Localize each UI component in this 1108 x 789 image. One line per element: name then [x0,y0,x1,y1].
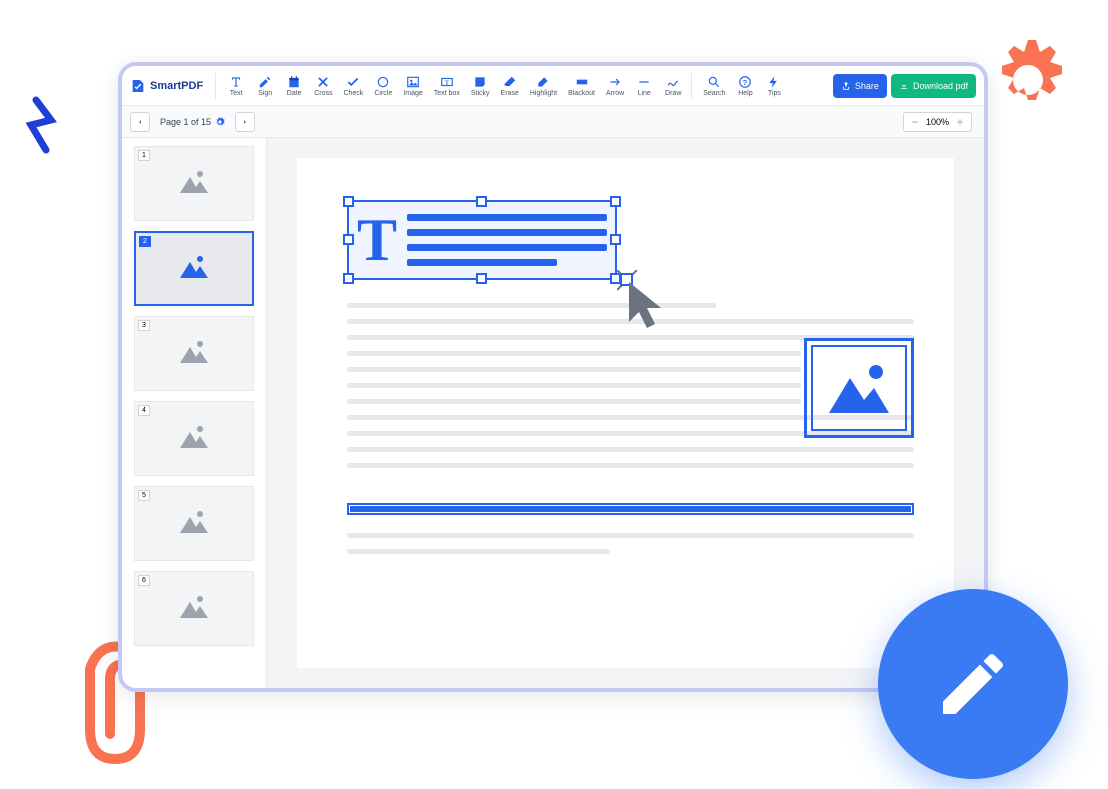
document-text-line [347,549,610,554]
textbox-label: Text box [434,90,460,97]
sign-label: Sign [258,90,272,97]
image-tool[interactable]: Image [398,73,427,99]
thumb-number: 2 [139,236,151,247]
selected-line[interactable] [347,503,914,515]
thumb-number: 6 [138,575,150,586]
line-label: Line [638,90,651,97]
tips-label: Tips [768,90,781,97]
thumb-number: 1 [138,150,150,161]
handle-bottom-center[interactable] [476,273,487,284]
download-label: Download pdf [913,81,968,91]
search-tool[interactable]: Search [698,73,730,99]
help-label: Help [738,90,752,97]
thumbnail-5[interactable]: 5 [134,486,254,561]
arrow-tool[interactable]: Arrow [601,73,629,99]
edit-fab[interactable] [878,589,1068,779]
zoom-control: − 100% + [903,112,972,132]
document-page[interactable]: T [297,158,954,668]
thumb-number: 5 [138,490,150,501]
tips-tool[interactable]: Tips [760,73,788,99]
check-label: Check [343,90,363,97]
textbox-tool[interactable]: T Text box [429,73,465,99]
thumb-image-icon [178,252,210,285]
handle-top-left[interactable] [343,196,354,207]
sign-tool[interactable]: Sign [251,73,279,99]
search-label: Search [703,90,725,97]
brand-name: SmartPDF [150,80,203,92]
zoom-in-button[interactable]: + [953,115,967,129]
toolbar-help-group: Search? Help Tips [691,73,788,99]
textbox-lines [407,214,607,266]
circle-label: Circle [374,90,392,97]
thumb-image-icon [178,507,210,540]
toolbar: SmartPDF Text Sign Date Cross Check Circle Ima… [122,66,984,106]
line-tool[interactable]: Line [630,73,658,99]
page-settings-icon[interactable] [215,117,225,127]
date-tool[interactable]: Date [280,73,308,99]
document-text-line [347,533,914,538]
thumbnail-6[interactable]: 6 [134,571,254,646]
thumb-number: 4 [138,405,150,416]
handle-bottom-left[interactable] [343,273,354,284]
circle-tool[interactable]: Circle [369,73,397,99]
thumb-image-icon [178,422,210,455]
date-label: Date [287,90,302,97]
text-tool[interactable]: Text [222,73,250,99]
thumbnail-3[interactable]: 3 [134,316,254,391]
cross-label: Cross [314,90,332,97]
draw-label: Draw [665,90,681,97]
erase-label: Erase [501,90,519,97]
handle-mid-left[interactable] [343,234,354,245]
thumbnail-4[interactable]: 4 [134,401,254,476]
textbox-glyph: T [357,206,397,275]
thumb-image-icon [178,337,210,370]
thumbnail-1[interactable]: 1 [134,146,254,221]
thumbnails-panel: 1 2 3 4 5 6 [122,138,267,688]
next-page-button[interactable] [235,112,255,132]
highlight-tool[interactable]: Highlight [525,73,562,99]
check-tool[interactable]: Check [338,73,368,99]
handle-mid-right[interactable] [610,234,621,245]
page-label: Page 1 of 15 [160,117,211,127]
decorative-gear-icon [978,30,1078,130]
erase-tool[interactable]: Erase [496,73,524,99]
canvas-area[interactable]: T [267,138,984,688]
blackout-label: Blackout [568,90,595,97]
blackout-tool[interactable]: Blackout [563,73,600,99]
share-button[interactable]: Share [833,74,887,98]
toolbar-edit-group: Text Sign Date Cross Check Circle Image T Text b… [215,73,687,99]
zoom-out-button[interactable]: − [908,115,922,129]
sticky-label: Sticky [471,90,490,97]
app-frame: SmartPDF Text Sign Date Cross Check Circle Ima… [118,62,988,692]
download-button[interactable]: Download pdf [891,74,976,98]
thumbnail-2[interactable]: 2 [134,231,254,306]
highlight-label: Highlight [530,90,557,97]
thumb-number: 3 [138,320,150,331]
handle-top-right[interactable] [610,196,621,207]
cross-tool[interactable]: Cross [309,73,337,99]
handle-top-center[interactable] [476,196,487,207]
share-label: Share [855,81,879,91]
thumb-image-icon [178,592,210,625]
sticky-tool[interactable]: Sticky [466,73,495,99]
thumb-image-icon [178,167,210,200]
decorative-bolt-icon [16,95,66,155]
prev-page-button[interactable] [130,112,150,132]
arrow-label: Arrow [606,90,624,97]
textbox-selection[interactable]: T [347,200,617,280]
draw-tool[interactable]: Draw [659,73,687,99]
svg-text:?: ? [743,77,748,86]
main-area: 1 2 3 4 5 6 T [122,138,984,688]
image-label: Image [403,90,422,97]
document-image-placeholder[interactable] [804,338,914,438]
sub-toolbar: Page 1 of 15 − 100% + [122,106,984,138]
cursor-icon [617,270,677,335]
page-info: Page 1 of 15 [160,117,225,127]
help-tool[interactable]: ? Help [731,73,759,99]
text-label: Text [230,90,243,97]
svg-text:T: T [445,80,449,86]
brand-logo: SmartPDF [130,78,203,94]
zoom-value: 100% [926,117,949,127]
